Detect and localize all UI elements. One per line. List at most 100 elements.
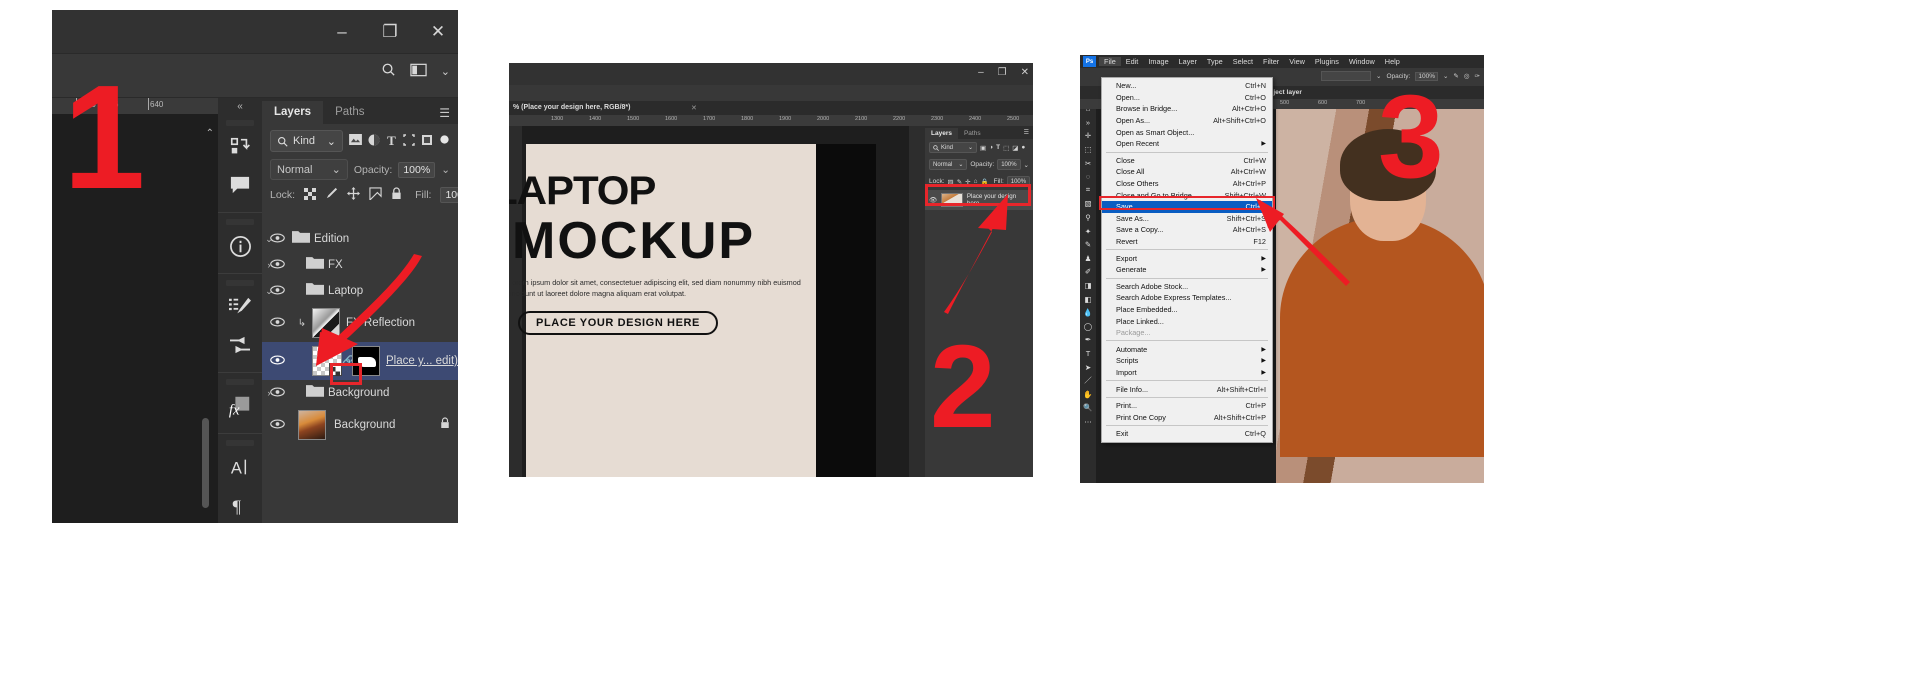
opacity-value[interactable]: 100%: [997, 159, 1020, 170]
shape-icon[interactable]: ／: [1080, 374, 1096, 388]
chevron-down-icon[interactable]: ⌄: [968, 144, 973, 151]
eraser-icon[interactable]: ◨: [1080, 279, 1096, 293]
clone-stamp-icon[interactable]: ♟: [1080, 252, 1096, 266]
fill-value[interactable]: 100%: [440, 187, 458, 203]
adjustment-layer-icon[interactable]: ◑: [989, 144, 993, 151]
opacity-value[interactable]: 100%: [398, 162, 435, 178]
type-layer-icon[interactable]: T: [996, 144, 1000, 151]
healing-brush-icon[interactable]: ✦: [1080, 224, 1096, 238]
artboard-nesting-icon[interactable]: [369, 187, 382, 203]
menu-view[interactable]: View: [1284, 57, 1310, 66]
crop-icon[interactable]: ⌗: [1080, 184, 1096, 198]
restore-icon[interactable]: ❐: [376, 20, 404, 44]
layer-thumbnail[interactable]: [298, 410, 326, 440]
hand-icon[interactable]: ✋: [1080, 387, 1096, 401]
panel3-toolbar[interactable]: ⌂ » ✛ ⬚ ✂ ◌ ⌗ ▧ ⚲ ✦ ✎ ♟ ✐ ◨ ◧ 💧 ◯ ✒ T ➤ …: [1080, 68, 1096, 483]
tab-layers[interactable]: Layers: [925, 128, 958, 139]
more-tools-icon[interactable]: ⋯: [1080, 415, 1096, 429]
pen-icon[interactable]: ✒: [1080, 333, 1096, 347]
menu-item-scripts[interactable]: Scripts ▶: [1102, 355, 1272, 367]
disclosure-arrow[interactable]: ›: [262, 388, 276, 398]
blur-icon[interactable]: 💧: [1080, 306, 1096, 320]
zoom-icon[interactable]: 🔍: [1080, 401, 1096, 415]
panel1-ruler-chevron[interactable]: ⌃: [206, 128, 214, 139]
brush-icon[interactable]: ✎: [1080, 238, 1096, 252]
toggle-filter-icon[interactable]: [439, 134, 450, 148]
lock-all-icon[interactable]: [391, 187, 402, 203]
move-icon[interactable]: ✛: [1080, 129, 1096, 143]
dodge-icon[interactable]: ◯: [1080, 320, 1096, 334]
chevron-down-icon[interactable]: ⌄: [1443, 72, 1448, 80]
disclosure-arrow[interactable]: ⌄: [262, 234, 276, 245]
lasso-icon[interactable]: ✂: [1080, 156, 1096, 170]
menu-type[interactable]: Type: [1202, 57, 1228, 66]
search-icon[interactable]: [381, 62, 396, 81]
layer-row-background-image[interactable]: Background: [262, 406, 458, 444]
panel2-window-controls[interactable]: – ❐ ✕: [978, 67, 1029, 78]
chevron-down-icon[interactable]: ⌄: [441, 164, 450, 176]
menu-file[interactable]: File: [1099, 57, 1121, 66]
close-icon[interactable]: ✕: [1021, 67, 1029, 78]
menu-item-import[interactable]: Import ▶: [1102, 367, 1272, 379]
menu-item-close-all[interactable]: Close All Alt+Ctrl+W: [1102, 166, 1272, 178]
transparent-pixels-icon[interactable]: [304, 188, 316, 203]
menu-item-open-recent[interactable]: Open Recent ▶: [1102, 138, 1272, 150]
marquee-icon[interactable]: ⬚: [1080, 143, 1096, 157]
chevron-down-icon[interactable]: ⌄: [332, 163, 341, 176]
chevron-down-icon[interactable]: ⌄: [1024, 161, 1029, 169]
layer-kind-filter[interactable]: Kind ⌄: [270, 130, 343, 152]
panel1-collapse-dock-button[interactable]: «: [218, 98, 262, 114]
close-icon[interactable]: ✕: [424, 20, 452, 44]
menu-plugins[interactable]: Plugins: [1310, 57, 1344, 66]
menu-select[interactable]: Select: [1228, 57, 1258, 66]
menu-edit[interactable]: Edit: [1121, 57, 1144, 66]
menu-item-file-info[interactable]: File Info... Alt+Shift+Ctrl+I: [1102, 383, 1272, 395]
path-select-icon[interactable]: ➤: [1080, 360, 1096, 374]
character-icon[interactable]: A: [218, 448, 262, 486]
menu-image[interactable]: Image: [1143, 57, 1173, 66]
tab-paths[interactable]: Paths: [958, 128, 987, 139]
type-icon[interactable]: T: [1080, 347, 1096, 361]
pixel-layer-icon[interactable]: ▣: [980, 144, 986, 152]
airbrush-icon[interactable]: ✑: [1475, 72, 1480, 80]
menu-item-close[interactable]: Close Ctrl+W: [1102, 155, 1272, 167]
menu-item-automate[interactable]: Automate ▶: [1102, 343, 1272, 355]
libraries-icon[interactable]: [218, 128, 262, 166]
type-layer-icon[interactable]: T: [386, 133, 397, 149]
object-select-icon[interactable]: ◌: [1080, 170, 1096, 184]
menu-layer[interactable]: Layer: [1174, 57, 1202, 66]
menu-item-place-embedded[interactable]: Place Embedded...: [1102, 304, 1272, 316]
pixel-layer-icon[interactable]: [349, 134, 362, 148]
minimize-icon[interactable]: –: [328, 20, 356, 44]
info-icon[interactable]: [218, 227, 262, 265]
adjustment-layer-icon[interactable]: [368, 134, 380, 149]
restore-icon[interactable]: ❐: [998, 67, 1007, 78]
preset-select[interactable]: [1321, 71, 1371, 81]
image-pixels-icon[interactable]: [325, 187, 338, 203]
brush-settings-icon[interactable]: [218, 288, 262, 326]
gradient-icon[interactable]: ◧: [1080, 292, 1096, 306]
panel2-document-tab[interactable]: % (Place your design here, RGB/8*) ✕: [509, 102, 1033, 115]
expand-icon[interactable]: »: [1080, 116, 1096, 130]
panel1-window-controls[interactable]: – ❐ ✕: [328, 20, 452, 44]
menu-window[interactable]: Window: [1344, 57, 1380, 66]
flow-icon[interactable]: ◎: [1464, 72, 1470, 80]
menu-item-browse-in-bridge[interactable]: Browse in Bridge... Alt+Ctrl+O: [1102, 103, 1272, 115]
layer-styles-icon[interactable]: fx: [218, 387, 262, 425]
history-brush-icon[interactable]: ✐: [1080, 265, 1096, 279]
frame-icon[interactable]: ▧: [1080, 197, 1096, 211]
menu-item-exit[interactable]: Exit Ctrl+Q: [1102, 428, 1272, 440]
edit-toolbar-icon[interactable]: ✎: [1453, 72, 1458, 80]
menu-item-print-one-copy[interactable]: Print One Copy Alt+Shift+Ctrl+P: [1102, 411, 1272, 423]
chevron-down-icon[interactable]: ⌄: [327, 135, 336, 148]
lock-icon[interactable]: [440, 416, 450, 434]
close-icon[interactable]: ✕: [691, 104, 697, 112]
panel-menu-icon[interactable]: ☰: [1020, 126, 1033, 139]
menu-item-close-others[interactable]: Close Others Alt+Ctrl+P: [1102, 178, 1272, 190]
position-icon[interactable]: [347, 187, 360, 203]
tab-paths[interactable]: Paths: [323, 101, 376, 124]
comments-icon[interactable]: [218, 166, 262, 204]
blend-mode-select[interactable]: Normal ⌄: [929, 159, 967, 170]
menu-item-new[interactable]: New... Ctrl+N: [1102, 80, 1272, 92]
eye-icon[interactable]: [262, 418, 292, 432]
